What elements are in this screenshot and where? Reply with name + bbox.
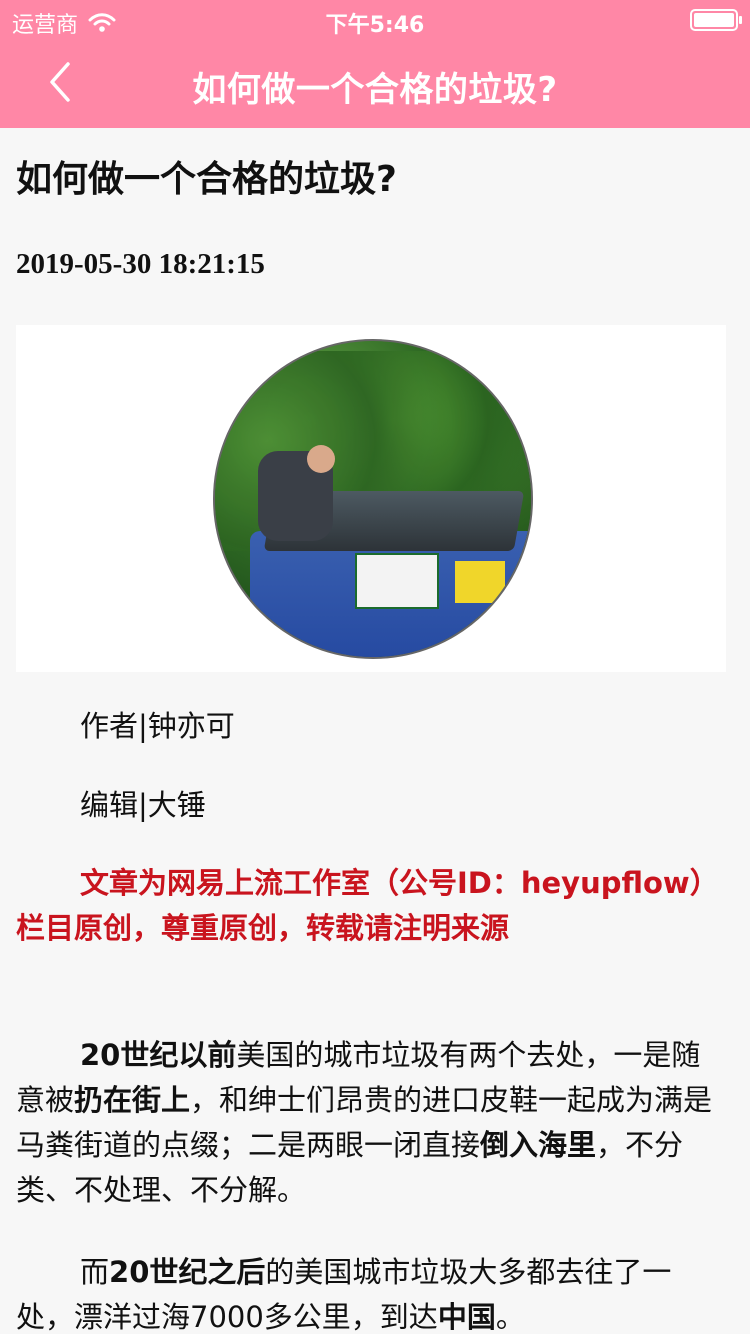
paragraph-1-emphasis-1: 20世纪以前: [80, 1038, 237, 1072]
paragraph-2-text-1: 而: [80, 1255, 110, 1289]
paragraph-1: 20世纪以前美国的城市垃圾有两个去处，一是随意被扔在街上，和绅士们昂贵的进口皮鞋…: [16, 1033, 724, 1213]
article-date: 2019-05-30 18:21:15: [16, 248, 265, 280]
paragraph-1-emphasis-3: 倒入海里: [480, 1128, 597, 1162]
article-content: 如何做一个合格的垃圾? 2019-05-30 18:21:15 作者|钟亦可 编…: [0, 128, 750, 1334]
status-bar: 运营商 下午5:46: [0, 0, 750, 40]
status-time: 下午5:46: [325, 13, 425, 38]
photo-person-head: [307, 445, 335, 473]
paragraph-2: 而20世纪之后的美国城市垃圾大多都去往了一处，漂洋过海7000多公里，到达中国。: [16, 1250, 724, 1340]
editor-line: 编辑|大锤: [80, 788, 206, 822]
author-line: 作者|钟亦可: [80, 709, 235, 743]
copyright-notice: 文章为网易上流工作室（公号ID：heyupflow）栏目原创，尊重原创，转载请注…: [16, 866, 719, 945]
paragraph-1-emphasis-2: 扔在街上: [74, 1083, 191, 1117]
paragraph-2-emphasis-2: 中国: [437, 1300, 496, 1334]
paragraph-2-text-3: 。: [495, 1300, 525, 1334]
article-title: 如何做一个合格的垃圾?: [16, 159, 397, 200]
paragraph-2-emphasis-1: 20世纪之后: [109, 1255, 266, 1289]
photo-label-yellow: [455, 561, 505, 603]
article-photo[interactable]: [213, 339, 533, 659]
nav-bar: 如何做一个合格的垃圾?: [0, 40, 750, 128]
article-image-card: [16, 325, 726, 672]
battery-icon: [690, 9, 742, 31]
photo-label: [355, 553, 439, 609]
nav-title: 如何做一个合格的垃圾?: [192, 70, 558, 110]
